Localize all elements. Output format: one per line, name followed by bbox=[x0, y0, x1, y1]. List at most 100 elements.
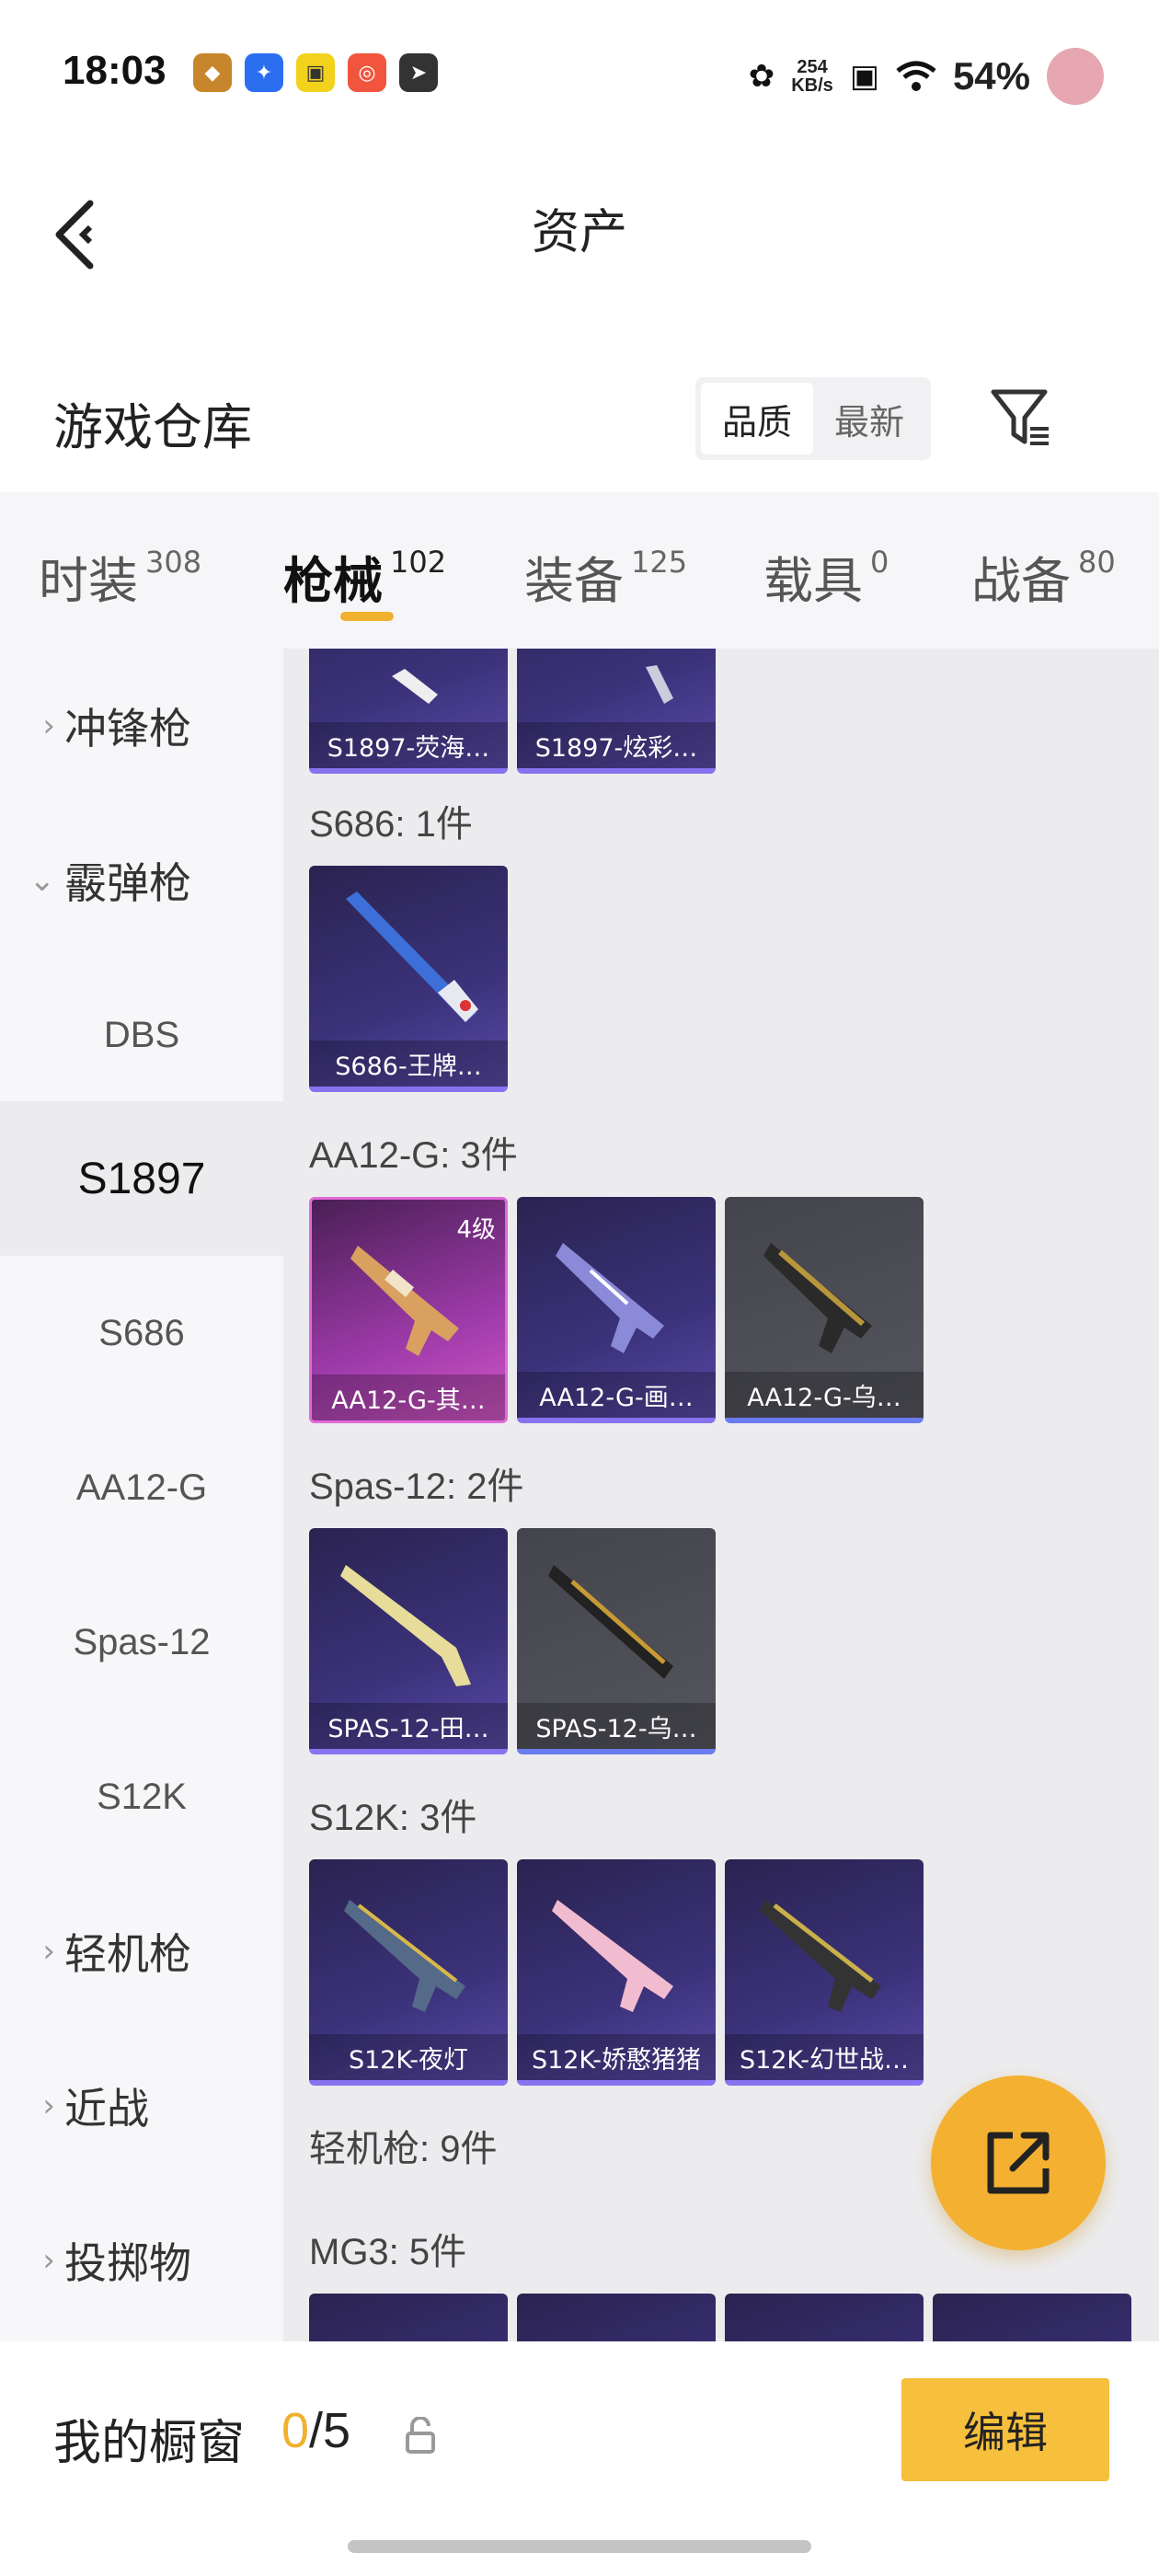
shotgun-image bbox=[392, 669, 438, 704]
shotgun-image bbox=[340, 1565, 471, 1686]
avatar bbox=[1047, 48, 1124, 105]
item-card[interactable]: AA12-G-乌… bbox=[725, 1197, 924, 1423]
filter-icon bbox=[991, 389, 1049, 445]
sort-quality-option[interactable]: 品质 bbox=[701, 383, 813, 454]
sidebar-item-shotgun[interactable]: ⌄ 霰弹枪 bbox=[0, 803, 283, 958]
tab-fashion[interactable]: 时装 308 bbox=[39, 492, 201, 613]
item-card[interactable]: S1897-炫彩… bbox=[517, 649, 716, 774]
tab-count: 102 bbox=[390, 545, 447, 580]
item-name: S686-王牌… bbox=[309, 1041, 508, 1087]
tab-label: 枪械 bbox=[283, 552, 383, 610]
group-label-aa12g: AA12-G: 3件 bbox=[309, 1135, 518, 1176]
item-name: AA12-G-其… bbox=[312, 1374, 505, 1420]
rifle-image bbox=[350, 1246, 459, 1356]
status-time: 18:03 bbox=[63, 48, 166, 93]
edit-button[interactable]: 编辑 bbox=[901, 2378, 1109, 2481]
chevron-right-icon: › bbox=[42, 2242, 55, 2279]
item-card[interactable] bbox=[517, 2294, 716, 2341]
shotgun-image bbox=[548, 1565, 673, 1679]
rifle-image bbox=[552, 1900, 673, 2012]
section-label-lmg: 轻机枪: 9件 bbox=[309, 2129, 498, 2169]
group-label-s12k: S12K: 3件 bbox=[309, 1798, 477, 1838]
item-card[interactable]: S1897-荧海… bbox=[309, 649, 508, 774]
tab-label: 载具 bbox=[763, 552, 863, 610]
tab-count: 80 bbox=[1078, 545, 1116, 580]
flower-icon: ✿ bbox=[748, 58, 775, 95]
item-card[interactable]: 4级 AA12-G-其… bbox=[309, 1197, 508, 1423]
item-name: S1897-炫彩… bbox=[517, 722, 716, 768]
shotgun-image bbox=[346, 891, 478, 1022]
shotgun-image bbox=[646, 665, 673, 704]
tab-vehicles[interactable]: 载具 0 bbox=[763, 492, 889, 613]
home-indicator[interactable] bbox=[348, 2540, 811, 2553]
chevron-right-icon: › bbox=[42, 2087, 55, 2124]
tab-equipment[interactable]: 装备 125 bbox=[524, 492, 687, 613]
showcase-total: /5 bbox=[309, 2403, 351, 2458]
group-label-mg3: MG3: 5件 bbox=[309, 2232, 467, 2272]
sidebar-item-spas12[interactable]: Spas-12 bbox=[0, 1565, 283, 1719]
filter-button[interactable] bbox=[984, 381, 1058, 454]
item-card[interactable]: SPAS-12-田… bbox=[309, 1528, 508, 1754]
sidebar-item-dbs[interactable]: DBS bbox=[0, 958, 283, 1112]
sidebar-item-s686[interactable]: S686 bbox=[0, 1256, 283, 1410]
sim-off-icon: ▣ bbox=[849, 58, 879, 95]
sidebar-item-smg[interactable]: › 冲锋枪 bbox=[0, 649, 283, 803]
net-speed: 254 KB/s bbox=[791, 58, 833, 95]
sidebar-item-s12k[interactable]: S12K bbox=[0, 1719, 283, 1874]
wifi-icon bbox=[896, 61, 936, 91]
net-speed-unit: KB/s bbox=[791, 75, 833, 96]
game-app-icon: ◆ bbox=[193, 53, 232, 92]
sidebar-item-label: 轻机枪 bbox=[64, 1929, 191, 1979]
chevron-right-icon: › bbox=[42, 707, 55, 744]
shield-app-icon: ✦ bbox=[245, 53, 283, 92]
weapon-type-sidebar: › 冲锋枪 ⌄ 霰弹枪 DBS S1897 S686 AA12-G Spas-12 … bbox=[0, 649, 283, 2341]
item-name: AA12-G-乌… bbox=[725, 1372, 924, 1418]
share-icon bbox=[987, 2132, 1050, 2194]
rifle-image bbox=[556, 1243, 664, 1353]
tab-label: 战备 bbox=[971, 552, 1071, 610]
item-card[interactable]: S686-王牌… bbox=[309, 866, 508, 1092]
item-card[interactable] bbox=[725, 2294, 924, 2341]
item-name: AA12-G-画… bbox=[517, 1372, 716, 1418]
active-tab-indicator bbox=[340, 612, 394, 621]
category-tabs: 时装 308 枪械 102 装备 125 载具 0 战备 80 bbox=[0, 492, 1159, 649]
item-name: S12K-娇憨猪猪 bbox=[517, 2034, 716, 2080]
sidebar-item-label: 近战 bbox=[64, 2084, 149, 2133]
warehouse-title: 游戏仓库 bbox=[53, 398, 252, 456]
share-button[interactable] bbox=[931, 2076, 1106, 2250]
showcase-current: 0 bbox=[281, 2403, 310, 2458]
item-card[interactable] bbox=[933, 2294, 1131, 2341]
sidebar-item-melee[interactable]: › 近战 bbox=[0, 2029, 283, 2183]
top-header: 资产 bbox=[0, 147, 1159, 304]
sidebar-item-label: 投掷物 bbox=[64, 2238, 191, 2288]
sidebar-item-lmg[interactable]: › 轻机枪 bbox=[0, 1874, 283, 2029]
lock-icon bbox=[406, 2417, 435, 2454]
sidebar-item-aa12g[interactable]: AA12-G bbox=[0, 1410, 283, 1565]
item-card[interactable]: AA12-G-画… bbox=[517, 1197, 716, 1423]
net-speed-value: 254 bbox=[797, 57, 828, 77]
tab-firearms[interactable]: 枪械 102 bbox=[283, 492, 446, 613]
warehouse-header: 游戏仓库 品质 最新 bbox=[0, 350, 1159, 488]
item-card[interactable]: S12K-娇憨猪猪 bbox=[517, 1859, 716, 2086]
tab-supplies[interactable]: 战备 80 bbox=[971, 492, 1116, 613]
rifle-image bbox=[763, 1243, 872, 1353]
rifle-image bbox=[344, 1900, 465, 2012]
showcase-label: 我的橱窗 bbox=[53, 2416, 246, 2471]
sidebar-item-s1897[interactable]: S1897 bbox=[0, 1101, 283, 1256]
item-card[interactable]: SPAS-12-乌… bbox=[517, 1528, 716, 1754]
sidebar-item-throwables[interactable]: › 投掷物 bbox=[0, 2183, 283, 2338]
item-card[interactable]: S12K-幻世战… bbox=[725, 1859, 924, 2086]
item-name: S12K-幻世战… bbox=[725, 2034, 924, 2080]
page-title: 资产 bbox=[531, 205, 627, 260]
sort-toggle: 品质 最新 bbox=[695, 377, 931, 460]
sidebar-item-label: 冲锋枪 bbox=[64, 704, 191, 753]
sidebar-item-label: 霰弹枪 bbox=[64, 858, 191, 908]
group-label-spas12: Spas-12: 2件 bbox=[309, 1466, 524, 1507]
send-app-icon: ➤ bbox=[399, 53, 438, 92]
tab-count: 308 bbox=[145, 545, 202, 580]
item-name: SPAS-12-田… bbox=[309, 1703, 508, 1749]
item-card[interactable] bbox=[309, 2294, 508, 2341]
tab-count: 125 bbox=[631, 545, 688, 580]
sort-newest-option[interactable]: 最新 bbox=[813, 383, 925, 454]
item-card[interactable]: S12K-夜灯 bbox=[309, 1859, 508, 2086]
